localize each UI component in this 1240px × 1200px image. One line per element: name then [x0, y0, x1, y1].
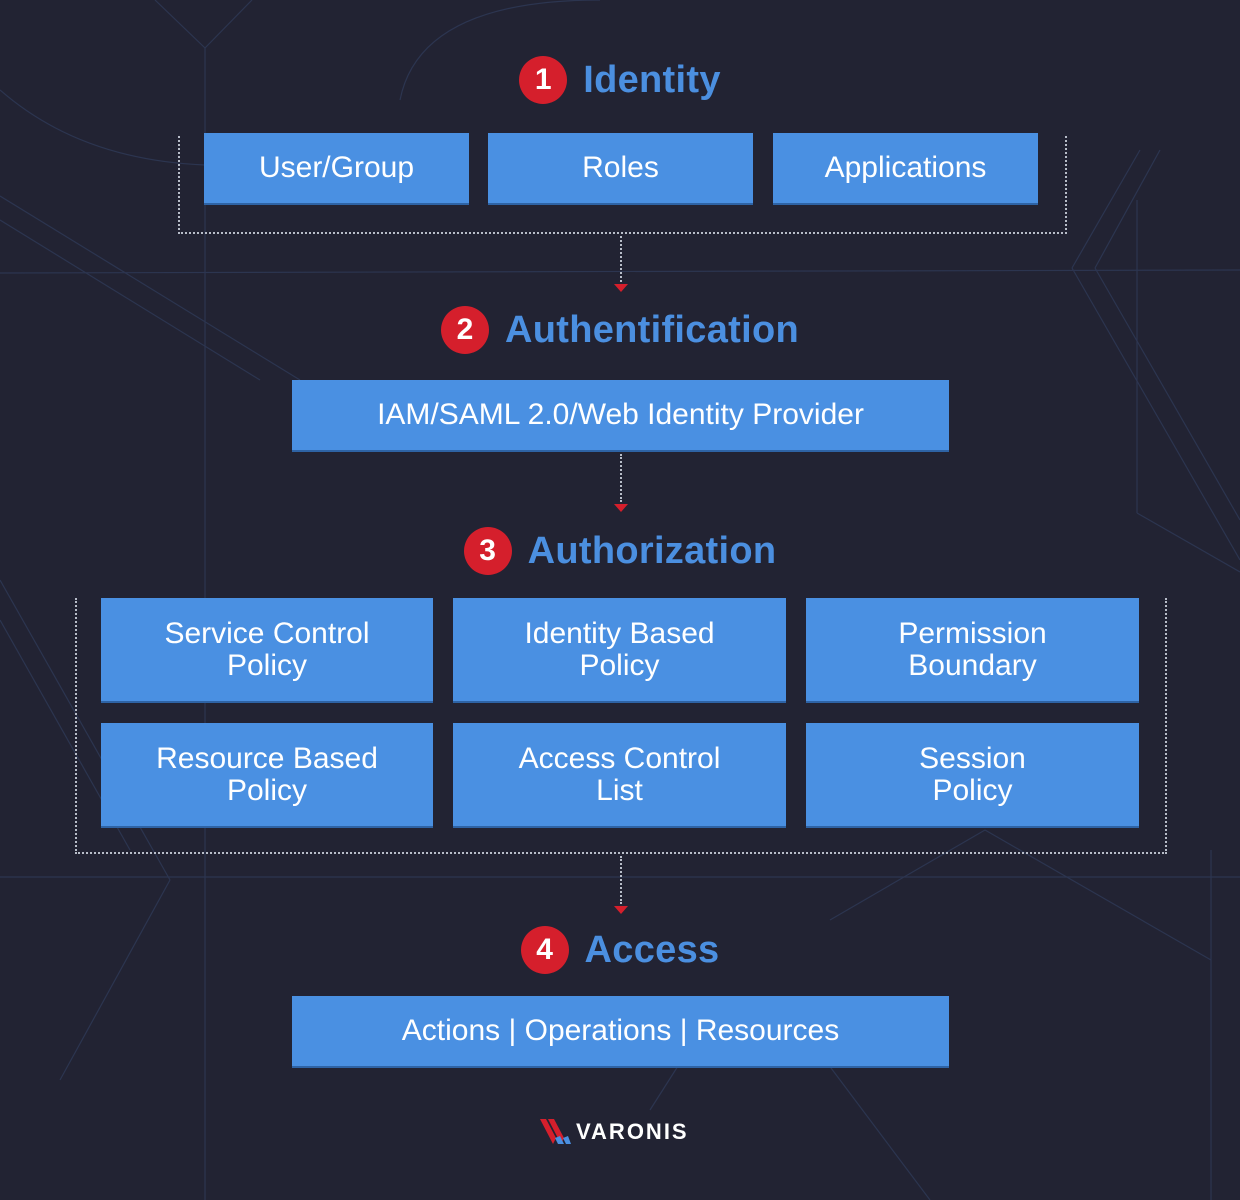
box-applications: Applications: [773, 133, 1038, 203]
step-number-badge: 3: [463, 527, 512, 575]
box-service-control-policy: Service Control Policy: [101, 598, 433, 701]
logo-text: VARONIS: [576, 1119, 689, 1144]
step-title-authorization: Authorization: [527, 529, 777, 572]
box-resource-based-policy: Resource Based Policy: [101, 723, 433, 826]
box-line: Access Control: [518, 741, 721, 775]
box-line: Policy: [932, 773, 1013, 807]
arrow-down-icon: [614, 504, 628, 512]
step-4-heading: 4 Access: [0, 926, 1240, 974]
varonis-logo-icon: [540, 1119, 571, 1144]
connector-line: [620, 454, 622, 502]
varonis-logo: VARONIS: [538, 1118, 689, 1146]
box-actions-operations-resources: Actions | Operations | Resources: [292, 996, 949, 1066]
step-3-heading: 3 Authorization: [0, 527, 1240, 575]
step-2-heading: 2 Authentification: [0, 306, 1240, 354]
arrow-down-icon: [614, 906, 628, 914]
box-line: Policy: [226, 773, 307, 807]
box-line: Boundary: [908, 648, 1037, 682]
connector-line: [620, 236, 622, 282]
step-number-badge: 2: [441, 306, 489, 354]
box-line: Session: [919, 741, 1026, 775]
box-line: Resource Based: [156, 741, 378, 775]
step-title-authentification: Authentification: [505, 308, 799, 351]
step-1-heading: 1 Identity: [0, 56, 1240, 104]
box-line: Policy: [226, 648, 307, 682]
connector-line: [620, 856, 622, 904]
box-line: Permission: [898, 616, 1047, 650]
box-line: Identity Based: [524, 616, 715, 650]
box-line: Service Control: [164, 616, 370, 650]
box-access-control-list: Access Control List: [453, 723, 786, 826]
box-session-policy: Session Policy: [806, 723, 1139, 826]
step-number-badge: 1: [519, 56, 568, 104]
step-title-identity: Identity: [583, 58, 721, 101]
box-identity-provider: IAM/SAML 2.0/Web Identity Provider: [292, 380, 949, 450]
box-user-group: User/Group: [204, 133, 469, 203]
box-line: List: [596, 773, 643, 807]
step-title-access: Access: [584, 928, 720, 971]
box-line: Policy: [579, 648, 660, 682]
arrow-down-icon: [614, 284, 628, 292]
box-identity-based-policy: Identity Based Policy: [453, 598, 786, 701]
box-permission-boundary: Permission Boundary: [806, 598, 1139, 701]
box-roles: Roles: [488, 133, 753, 203]
step-number-badge: 4: [520, 926, 569, 974]
